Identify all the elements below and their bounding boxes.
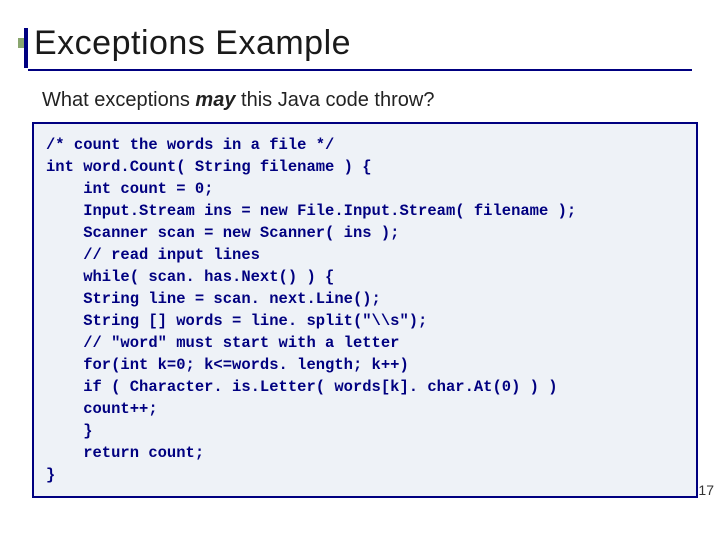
code-box: /* count the words in a file */ int word…	[32, 122, 698, 498]
title-accent-bar	[24, 28, 28, 68]
slide: Exceptions Example What exceptions may t…	[0, 0, 720, 540]
slide-title: Exceptions Example	[28, 24, 692, 63]
subtitle: What exceptions may this Java code throw…	[42, 89, 692, 112]
title-underline	[28, 69, 692, 71]
subtitle-suffix: this Java code throw?	[235, 89, 434, 111]
subtitle-emphasis: may	[195, 89, 235, 111]
code-content: /* count the words in a file */ int word…	[46, 134, 684, 486]
subtitle-prefix: What exceptions	[42, 89, 195, 111]
title-block: Exceptions Example	[28, 24, 692, 71]
page-number: 17	[698, 482, 714, 498]
